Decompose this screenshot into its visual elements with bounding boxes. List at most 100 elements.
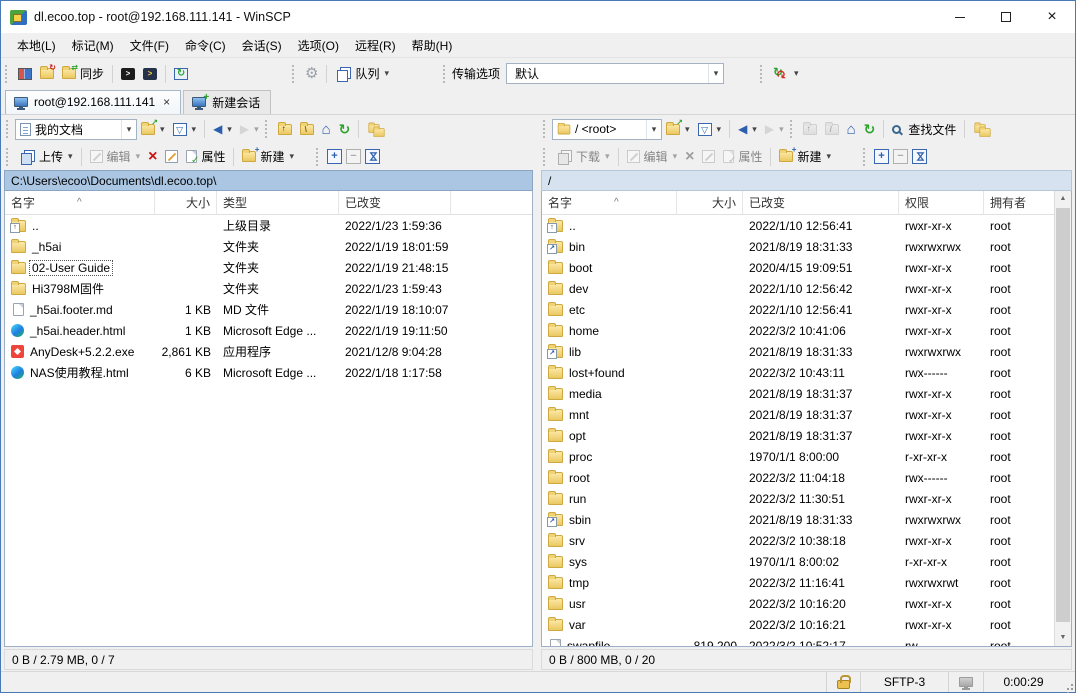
tab-close-icon[interactable]: × — [163, 95, 170, 109]
local-home-button[interactable]: ⌂ — [318, 119, 335, 140]
remote-new-button[interactable]: +新建▾ — [775, 146, 835, 167]
table-row[interactable]: _h5ai 文件夹 2022/1/19 18:01:59 — [5, 236, 532, 257]
column-header-changed[interactable]: 已改变 — [339, 191, 451, 214]
toolbar-grip[interactable] — [6, 148, 11, 166]
menu-item[interactable]: 文件(F) — [122, 34, 177, 57]
menu-item[interactable]: 本地(L) — [9, 34, 64, 57]
select-files-button[interactable]: + — [874, 149, 889, 164]
synchronize-button[interactable]: ⇄同步 — [58, 63, 108, 84]
column-header-owner[interactable]: 拥有者 — [984, 191, 1059, 214]
remote-path-bar[interactable]: / — [541, 170, 1072, 191]
table-row[interactable]: var 2022/3/2 10:16:21 rwxr-xr-x root — [542, 614, 1071, 635]
transfer-preset-select[interactable]: 默认 ▾ — [506, 63, 724, 84]
tab-new-session[interactable]: 新建会话 — [183, 90, 271, 114]
table-row[interactable]: tmp 2022/3/2 11:16:41 rwxrwxrwt root — [542, 572, 1071, 593]
remote-home-button[interactable]: ⌂ — [843, 119, 860, 140]
table-row[interactable]: root 2022/3/2 11:04:18 rwx------ root — [542, 467, 1071, 488]
local-forward-button[interactable]: ▶▾ — [236, 120, 263, 138]
table-row[interactable]: .. 上级目录 2022/1/23 1:59:36 — [5, 215, 532, 236]
table-row[interactable]: Hi3798M固件 文件夹 2022/1/23 1:59:43 — [5, 278, 532, 299]
table-row[interactable]: media 2021/8/19 18:31:37 rwxr-xr-x root — [542, 383, 1071, 404]
select-files-button[interactable]: + — [327, 149, 342, 164]
unselect-files-button[interactable]: − — [893, 149, 908, 164]
vertical-scrollbar[interactable]: ▲ ▼ — [1054, 191, 1071, 646]
toolbar-grip[interactable] — [543, 148, 548, 166]
protocol-cell[interactable]: SFTP-3 — [860, 672, 948, 692]
remote-forward-button[interactable]: ▶▾ — [761, 120, 788, 138]
refresh-session-button[interactable]: ↻ — [170, 66, 192, 82]
upload-button[interactable]: 上传▾ — [15, 146, 77, 167]
find-files-button[interactable]: 查找文件 — [888, 119, 960, 140]
toolbar-grip[interactable] — [543, 120, 548, 138]
table-row[interactable]: dev 2022/1/10 12:56:42 rwxr-xr-x root — [542, 278, 1071, 299]
open-console-button[interactable]: > — [117, 66, 139, 82]
preferences-button[interactable]: ⚙ — [301, 64, 322, 83]
local-refresh-button[interactable]: ↻ — [335, 119, 355, 140]
remote-root-directory-button[interactable]: / — [821, 122, 843, 137]
toolbar-grip[interactable] — [292, 65, 297, 83]
menu-item[interactable]: 标记(M) — [64, 34, 122, 57]
open-terminal-button[interactable]: > — [139, 66, 161, 82]
local-root-directory-button[interactable]: \ — [296, 122, 318, 137]
remote-open-directory-button[interactable]: ↗▾ — [662, 122, 694, 137]
toolbar-grip[interactable] — [863, 148, 868, 166]
download-button[interactable]: 下载▾ — [552, 146, 614, 167]
remote-edit-button[interactable]: 编辑▾ — [623, 146, 682, 167]
local-back-button[interactable]: ◀▾ — [209, 120, 236, 138]
table-row[interactable]: swapfile 819,200 2022/3/2 10:52:17 rw---… — [542, 635, 1071, 646]
local-properties-button[interactable]: ✓属性 — [182, 146, 229, 167]
menu-item[interactable]: 会话(S) — [234, 34, 290, 57]
table-row[interactable]: lib 2021/8/19 18:31:33 rwxrwxrwx root — [542, 341, 1071, 362]
column-header-name[interactable]: 名字^ — [542, 191, 677, 214]
menu-item[interactable]: 选项(O) — [290, 34, 347, 57]
local-path-bar[interactable]: C:\Users\ecoo\Documents\dl.ecoo.top\ — [4, 170, 533, 191]
scrollbar-thumb[interactable] — [1056, 208, 1070, 622]
local-rename-button[interactable] — [161, 148, 182, 165]
local-delete-button[interactable]: × — [144, 146, 161, 168]
table-row[interactable]: proc 1970/1/1 8:00:00 r-xr-xr-x root — [542, 446, 1071, 467]
table-row[interactable]: run 2022/3/2 11:30:51 rwxr-xr-x root — [542, 488, 1071, 509]
table-row[interactable]: lost+found 2022/3/2 10:43:11 rwx------ r… — [542, 362, 1071, 383]
toolbar-grip[interactable] — [5, 65, 10, 83]
table-row[interactable]: _h5ai.header.html 1 KB Microsoft Edge ..… — [5, 320, 532, 341]
remote-delete-button[interactable]: × — [681, 146, 698, 168]
table-row[interactable]: bin 2021/8/19 18:31:33 rwxrwxrwx root — [542, 236, 1071, 257]
invert-selection-button[interactable]: ⋈ — [912, 149, 927, 164]
table-row[interactable]: _h5ai.footer.md 1 KB MD 文件 2022/1/19 18:… — [5, 299, 532, 320]
compare-directories-button[interactable]: ↻ — [36, 66, 58, 81]
tab-session-active[interactable]: root@192.168.111.141 × — [5, 90, 181, 114]
table-row[interactable]: sbin 2021/8/19 18:31:33 rwxrwxrwx root — [542, 509, 1071, 530]
toolbar-grip[interactable] — [760, 65, 765, 83]
table-row[interactable]: srv 2022/3/2 10:38:18 rwxr-xr-x root — [542, 530, 1071, 551]
toolbar-grip[interactable] — [265, 120, 270, 138]
column-header-size[interactable]: 大小 — [155, 191, 217, 214]
maximize-button[interactable] — [983, 1, 1029, 33]
unselect-files-button[interactable]: − — [346, 149, 361, 164]
table-row[interactable]: NAS使用教程.html 6 KB Microsoft Edge ... 202… — [5, 362, 532, 383]
remote-back-button[interactable]: ◀▾ — [734, 120, 761, 138]
encryption-cell[interactable] — [826, 672, 860, 692]
table-row[interactable]: 02-User Guide 文件夹 2022/1/19 21:48:15 — [5, 257, 532, 278]
menu-item[interactable]: 帮助(H) — [404, 34, 461, 57]
table-row[interactable]: sys 1970/1/1 8:00:02 r-xr-xr-x root — [542, 551, 1071, 572]
remote-parent-directory-button[interactable]: ↑ — [799, 122, 821, 137]
remote-track-changes-button[interactable] — [969, 121, 993, 138]
menu-item[interactable]: 远程(R) — [347, 34, 404, 57]
minimize-button[interactable] — [937, 1, 983, 33]
remote-properties-button[interactable]: ✓属性 — [719, 146, 766, 167]
toolbar-grip[interactable] — [316, 148, 321, 166]
column-header-changed[interactable]: 已改变 — [743, 191, 899, 214]
remote-rename-button[interactable] — [698, 148, 719, 165]
resize-grip[interactable] — [1063, 672, 1075, 692]
toolbar-grip[interactable] — [790, 120, 795, 138]
table-row[interactable]: AnyDesk+5.2.2.exe 2,861 KB 应用程序 2021/12/… — [5, 341, 532, 362]
table-row[interactable]: opt 2021/8/19 18:31:37 rwxr-xr-x root — [542, 425, 1071, 446]
table-row[interactable]: mnt 2021/8/19 18:31:37 rwxr-xr-x root — [542, 404, 1071, 425]
column-header-perm[interactable]: 权限 — [899, 191, 984, 214]
table-row[interactable]: boot 2020/4/15 19:09:51 rwxr-xr-x root — [542, 257, 1071, 278]
menu-item[interactable]: 命令(C) — [177, 34, 234, 57]
scroll-up-icon[interactable]: ▲ — [1055, 191, 1071, 207]
table-row[interactable]: etc 2022/1/10 12:56:41 rwxr-xr-x root — [542, 299, 1071, 320]
local-track-changes-button[interactable] — [363, 121, 387, 138]
scroll-down-icon[interactable]: ▼ — [1055, 630, 1071, 646]
